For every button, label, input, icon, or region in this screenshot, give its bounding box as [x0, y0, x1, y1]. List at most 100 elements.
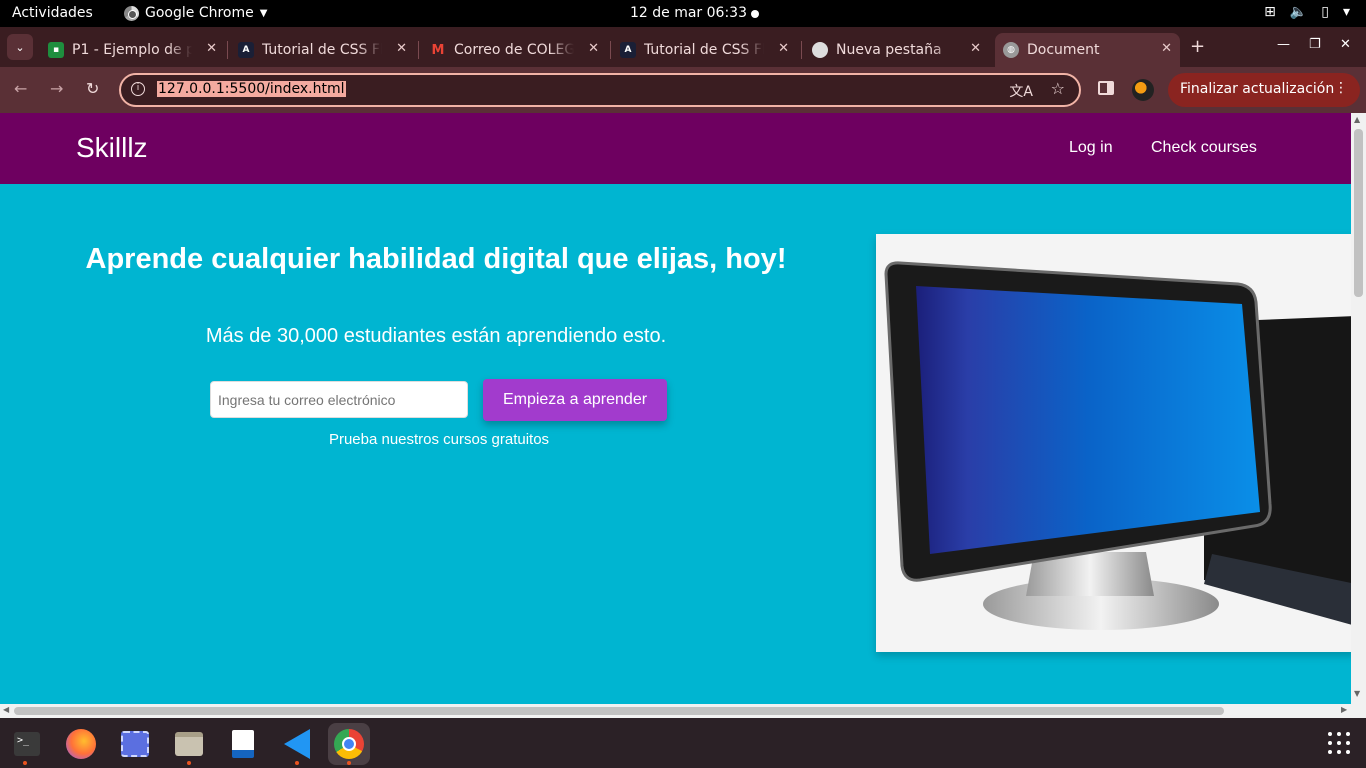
close-tab-icon[interactable]: ✕	[588, 41, 599, 56]
app-menu[interactable]: Google Chrome ▼	[124, 5, 267, 21]
chrome-icon	[124, 5, 139, 21]
update-button-label: Finalizar actualización	[1180, 81, 1335, 97]
free-courses-link[interactable]: Prueba nuestros cursos gratuitos	[76, 431, 802, 448]
chrome-icon	[334, 729, 364, 759]
running-indicator	[23, 761, 27, 765]
nav-courses-link[interactable]: Check courses	[1151, 139, 1257, 157]
close-tab-icon[interactable]: ✕	[1161, 41, 1172, 56]
close-tab-icon[interactable]: ✕	[396, 41, 407, 56]
files-icon	[175, 732, 203, 756]
more-menu-icon[interactable]: ⋮	[1334, 80, 1348, 96]
tab-title: Tutorial de CSS Fle	[262, 42, 382, 58]
dock-chrome[interactable]	[328, 723, 370, 765]
url-text[interactable]: 127.0.0.1:5500/index.html	[157, 81, 346, 97]
minimize-icon[interactable]: —	[1277, 37, 1290, 52]
chevron-down-icon: ⌄	[15, 40, 25, 54]
firefox-icon	[66, 729, 96, 759]
clock[interactable]: 12 de mar 06:33	[630, 5, 747, 21]
scroll-right-icon[interactable]: ▶	[1341, 705, 1347, 714]
volume-icon: 🔈	[1289, 4, 1308, 20]
tab-strip: ⌄ ▪ P1 - Ejemplo de pa ✕ A Tutorial de C…	[0, 27, 1366, 67]
dock-vscode[interactable]	[276, 723, 318, 765]
browser-toolbar: ← → ↻ i 127.0.0.1:5500/index.html 文A ☆ F…	[0, 67, 1366, 113]
computer-monitor-image	[876, 234, 1356, 652]
tab-search-button[interactable]: ⌄	[7, 34, 33, 60]
terminal-icon: >_	[14, 732, 40, 756]
notification-dot-icon	[751, 10, 759, 18]
scroll-up-icon[interactable]: ▲	[1354, 115, 1360, 124]
dock-firefox[interactable]	[60, 723, 102, 765]
tab-separator	[227, 41, 228, 59]
bookmark-star-icon[interactable]: ☆	[1051, 79, 1065, 98]
tab-title: Correo de COLEGI	[454, 42, 574, 58]
page-viewport: Skilllz Log in Check courses Aprende cua…	[0, 113, 1366, 718]
dock-terminal[interactable]: >_	[6, 723, 48, 765]
profile-avatar[interactable]	[1132, 79, 1154, 101]
nav-login-link[interactable]: Log in	[1069, 139, 1113, 157]
tab-title: Document	[1027, 42, 1100, 58]
system-tray[interactable]: ⊞ 🔈 ▯ ▾	[1264, 4, 1350, 20]
scroll-down-icon[interactable]: ▼	[1354, 689, 1360, 698]
text-editor-icon	[232, 730, 254, 758]
globe-icon: ◍	[1003, 42, 1019, 58]
update-button[interactable]: Finalizar actualización ⋮	[1168, 73, 1360, 107]
tab-5[interactable]: Nueva pestaña ✕	[804, 33, 989, 67]
horizontal-scroll-thumb[interactable]	[14, 707, 1224, 715]
back-arrow-icon[interactable]: ←	[14, 79, 27, 98]
tab-3[interactable]: M Correo de COLEGI ✕	[422, 33, 607, 67]
address-bar[interactable]: i 127.0.0.1:5500/index.html 文A ☆	[119, 73, 1081, 107]
network-icon: ⊞	[1264, 4, 1276, 20]
horizontal-scrollbar[interactable]: ◀ ▶	[0, 704, 1366, 718]
translate-icon[interactable]: 文A	[1009, 81, 1033, 101]
caret-down-icon: ▼	[259, 7, 268, 19]
running-indicator	[347, 761, 351, 765]
vertical-scrollbar[interactable]: ▲ ▼	[1351, 113, 1366, 704]
close-window-icon[interactable]: ✕	[1340, 37, 1351, 52]
tab-2[interactable]: A Tutorial de CSS Fle ✕	[230, 33, 415, 67]
site-navbar: Skilllz Log in Check courses	[0, 113, 1351, 184]
close-tab-icon[interactable]: ✕	[970, 41, 981, 56]
tab-separator	[418, 41, 419, 59]
activities-button[interactable]: Actividades	[12, 5, 93, 21]
close-tab-icon[interactable]: ✕	[206, 41, 217, 56]
site-info-icon[interactable]: i	[131, 82, 145, 96]
vscode-icon	[284, 729, 310, 759]
new-tab-button[interactable]: +	[1190, 36, 1205, 57]
gmail-icon: M	[431, 42, 445, 58]
dock-files[interactable]	[168, 723, 210, 765]
running-indicator	[187, 761, 191, 765]
tab-6-active[interactable]: ◍ Document ✕	[995, 33, 1180, 67]
close-tab-icon[interactable]: ✕	[778, 41, 789, 56]
screenshot-icon	[121, 731, 149, 757]
tab-title: Nueva pestaña	[836, 42, 942, 58]
maximize-icon[interactable]: ❐	[1309, 37, 1321, 52]
tab-4[interactable]: A Tutorial de CSS Fle ✕	[612, 33, 797, 67]
hero-title: Aprende cualquier habilidad digital que …	[85, 243, 787, 275]
scroll-left-icon[interactable]: ◀	[3, 705, 9, 714]
side-panel-icon[interactable]	[1098, 81, 1114, 95]
forward-arrow-icon[interactable]: →	[50, 79, 63, 98]
angular-icon: A	[238, 42, 254, 58]
angular-icon: A	[620, 42, 636, 58]
reload-icon[interactable]: ↻	[86, 79, 99, 98]
brand-logo[interactable]: Skilllz	[76, 132, 148, 164]
email-input[interactable]	[210, 381, 468, 418]
start-learning-button[interactable]: Empieza a aprender	[483, 379, 667, 421]
google-classroom-icon: ▪	[48, 42, 64, 58]
app-menu-label: Google Chrome	[145, 5, 254, 21]
ubuntu-dock: >_	[0, 718, 1366, 768]
monitor-illustration	[884, 261, 1356, 630]
tab-title: Tutorial de CSS Fle	[644, 42, 764, 58]
system-top-bar: Actividades Google Chrome ▼ 12 de mar 06…	[0, 0, 1366, 27]
chrome-icon	[812, 42, 828, 58]
running-indicator	[295, 761, 299, 765]
tab-separator	[801, 41, 802, 59]
vertical-scroll-thumb[interactable]	[1354, 129, 1363, 297]
show-apps-grid-icon[interactable]	[1328, 732, 1350, 754]
tab-separator	[610, 41, 611, 59]
hero-subtitle: Más de 30,000 estudiantes están aprendie…	[205, 325, 667, 347]
tab-1[interactable]: ▪ P1 - Ejemplo de pa ✕	[40, 33, 225, 67]
dock-text-editor[interactable]	[222, 723, 264, 765]
dock-screenshot[interactable]	[114, 723, 156, 765]
power-menu-icon: ▾	[1342, 4, 1350, 20]
